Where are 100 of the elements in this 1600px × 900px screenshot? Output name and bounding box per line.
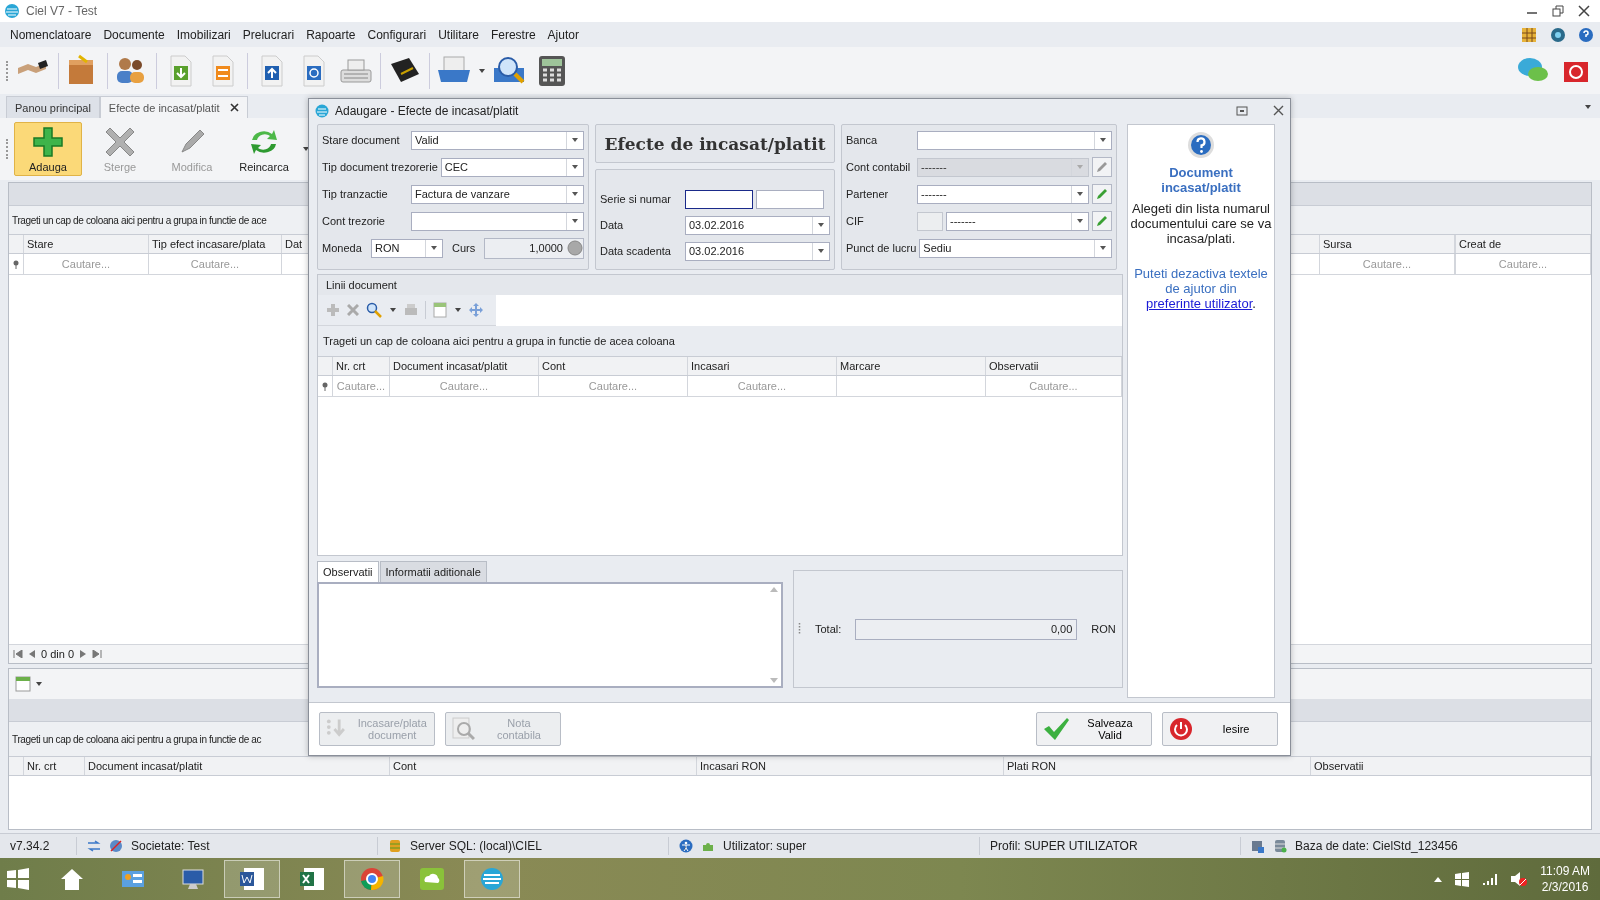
help-icon[interactable] — [1577, 26, 1594, 43]
column-header[interactable]: Incasari RON — [697, 757, 1004, 775]
clock-time: 11:09 AM — [1540, 863, 1590, 879]
cloud-app-icon — [418, 865, 447, 893]
dropdown-field[interactable]: RON — [371, 238, 443, 258]
dropdown-field[interactable]: 03.02.2016 — [685, 215, 830, 235]
column-header[interactable]: Sursa — [1319, 235, 1455, 253]
restore-icon[interactable] — [1552, 5, 1564, 17]
save-button[interactable]: Salveaza Valid — [1036, 712, 1152, 747]
start-icon[interactable] — [6, 867, 30, 891]
field-label: Cont contabil — [846, 161, 912, 174]
column-header[interactable]: Tip efect incasare/plata — [149, 235, 282, 253]
grip-icon[interactable] — [798, 623, 801, 636]
close-icon[interactable] — [1578, 5, 1590, 17]
page-counter: 0 din 0 — [41, 648, 75, 660]
column-header[interactable]: Observatii — [986, 357, 1122, 376]
caret-icon — [1099, 245, 1107, 252]
caret-icon[interactable] — [1584, 104, 1592, 110]
menu-item[interactable]: Ajutor — [541, 27, 585, 42]
help-note: Puteti dezactiva textele de ajutor din preferinte utilizator. — [1133, 266, 1269, 312]
action-center-icon[interactable] — [1454, 871, 1471, 887]
menu-item[interactable]: Documente — [97, 27, 171, 42]
menu-item[interactable]: Ferestre — [484, 27, 542, 42]
previous-page-icon[interactable] — [29, 650, 35, 658]
caret-icon[interactable] — [389, 307, 397, 314]
column-header[interactable]: Nr. crt — [333, 357, 390, 376]
dropdown-field[interactable]: 03.02.2016 — [685, 241, 830, 261]
edit-button[interactable] — [1092, 211, 1112, 232]
input-field[interactable] — [685, 189, 753, 209]
speaker-muted-icon[interactable] — [1510, 871, 1529, 887]
caret-icon[interactable] — [454, 307, 462, 314]
caret-icon — [1076, 164, 1084, 171]
dropdown-field[interactable]: Sediu — [919, 238, 1112, 258]
next-page-icon[interactable] — [80, 650, 87, 658]
caret-icon[interactable] — [478, 67, 486, 74]
grid-icon[interactable] — [1521, 26, 1538, 43]
add-button[interactable]: Adauga — [14, 122, 82, 176]
column-header[interactable]: Cont — [539, 357, 688, 376]
column-header[interactable]: Cont — [390, 757, 697, 775]
tab[interactable]: Panou principal — [6, 96, 100, 118]
field-label: Data scadenta — [600, 245, 672, 258]
close-icon[interactable] — [1273, 105, 1284, 117]
taskbar-app[interactable] — [344, 860, 401, 898]
tab[interactable]: Efecte de incasat/platit — [99, 96, 248, 118]
menu-item[interactable]: Utilitare — [432, 27, 485, 42]
caret-icon[interactable] — [302, 146, 310, 152]
menu-item[interactable]: Configurari — [361, 27, 433, 42]
dropdown-field[interactable]: Factura de vanzare — [411, 184, 584, 204]
dropdown-field[interactable] — [917, 130, 1112, 150]
last-page-icon[interactable] — [92, 650, 103, 658]
caret-icon — [571, 164, 579, 171]
help-icon — [1187, 131, 1215, 160]
edit-button[interactable] — [1092, 184, 1112, 205]
tab[interactable]: Observatii — [317, 561, 379, 583]
dropdown-field[interactable]: CEC — [440, 157, 584, 177]
dropdown-field[interactable]: ------- — [946, 211, 1089, 231]
group-hint: Trageti un cap de coloana aici pentru a grupa in functie de ace — [12, 214, 267, 226]
column-header[interactable]: Marcare — [837, 357, 986, 376]
menu-item[interactable]: Nomenclatoare — [4, 27, 98, 42]
menu-item[interactable]: Rapoarte — [300, 27, 362, 42]
total-field: 0,00 — [855, 618, 1078, 640]
window-title: Ciel V7 - Test — [26, 4, 99, 18]
menu-item[interactable]: Prelucrari — [236, 27, 301, 42]
reload-button[interactable]: Reincarca — [230, 122, 298, 176]
currency-label: RON — [1091, 623, 1116, 636]
first-page-icon[interactable] — [13, 650, 23, 658]
chevron-up-icon[interactable] — [1434, 876, 1443, 882]
close-icon[interactable] — [229, 103, 239, 112]
menu-item[interactable]: Imobilizari — [170, 27, 237, 42]
signal-icon[interactable] — [1482, 872, 1499, 886]
rate-field[interactable]: 1,0000 — [484, 237, 584, 259]
column-header[interactable]: Document incasat/platit — [85, 757, 390, 775]
field-label: Partener — [846, 188, 890, 201]
document-search-icon — [452, 717, 478, 742]
column-header[interactable]: Observatii — [1311, 757, 1591, 775]
dropdown-field[interactable] — [411, 211, 584, 231]
spreadsheet-app-icon — [298, 865, 327, 893]
input-field[interactable] — [756, 189, 824, 209]
tab[interactable]: Informatii aditionale — [379, 561, 487, 583]
dropdown-field[interactable]: Valid — [411, 130, 584, 150]
taskbar-app[interactable] — [224, 860, 281, 898]
column-header[interactable]: Creat de — [1455, 235, 1591, 253]
column-header[interactable]: Plati RON — [1004, 757, 1311, 775]
preferences-link[interactable]: preferinte utilizator — [1146, 296, 1253, 312]
column-header[interactable]: Stare — [24, 235, 149, 253]
move-icon[interactable] — [469, 303, 483, 318]
dropdown-field[interactable]: ------- — [917, 184, 1089, 204]
exit-button[interactable]: Iesire — [1162, 712, 1278, 747]
column-header[interactable]: Incasari — [688, 357, 837, 376]
column-header[interactable]: Nr. crt — [24, 757, 85, 775]
status-text: Server SQL: (local)\CIEL — [410, 839, 543, 853]
restore-icon[interactable] — [1235, 105, 1248, 116]
status-text: Utilizator: super — [723, 839, 807, 853]
caret-icon[interactable] — [35, 681, 43, 687]
caret-icon — [817, 222, 825, 229]
panel-title: Linii document — [326, 279, 397, 292]
column-header[interactable]: Document incasat/platit — [390, 357, 539, 376]
field-label: Total: — [815, 623, 842, 636]
globe-icon[interactable] — [1549, 26, 1566, 43]
search-icon[interactable] — [366, 302, 382, 319]
